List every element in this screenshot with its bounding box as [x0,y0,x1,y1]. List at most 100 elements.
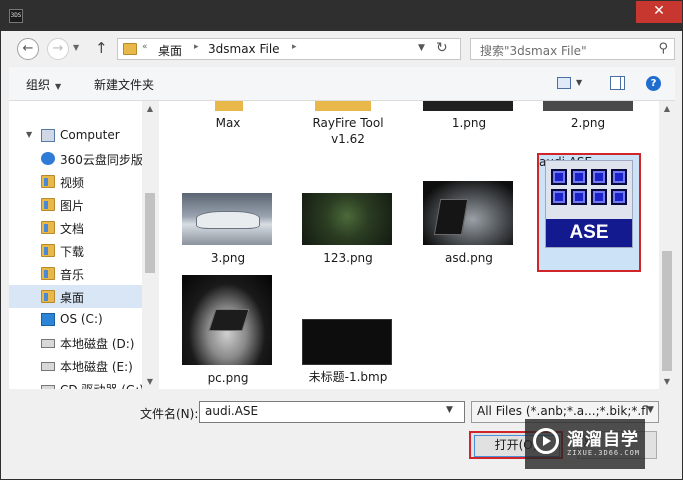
filter-dropdown-icon[interactable]: ▼ [647,405,654,415]
sidebar-item-drive-e[interactable]: 本地磁盘 (E:) [9,354,143,377]
folder-icon [41,267,55,280]
folder-icon [41,221,55,234]
address-dropdown-icon[interactable]: ▼ [418,43,425,53]
chevron-right-icon[interactable]: ▸ [194,42,199,52]
watermark-title: 溜溜自学 [567,430,639,450]
sidebar-item-videos[interactable]: 视频 [9,170,143,193]
history-dropdown-icon[interactable]: ▼ [73,43,79,52]
list-item-pc-png[interactable]: pc.png [177,275,279,389]
search-input[interactable]: 搜索"3dsmax File" [480,42,587,59]
list-item-123-png[interactable]: 123.png [297,193,399,273]
organize-label: 组织 [26,78,51,92]
command-bar: 组织 ▼ 新建文件夹 ▼ ? [9,67,675,101]
file-name: 未标题-1.bmp [308,370,388,384]
sidebar-item-documents[interactable]: 文档 [9,216,143,239]
file-name: 123.png [323,251,373,265]
sidebar-item-label: 下载 [60,245,85,259]
breadcrumb-3dsmax-file[interactable]: 3dsmax File [208,42,280,56]
sidebar-item-pictures[interactable]: 图片 [9,193,143,216]
folder-icon [315,101,371,111]
close-button[interactable]: ✕ [636,1,682,23]
sidebar-item-360-cloud[interactable]: 360云盘同步版 [9,147,143,170]
sidebar-item-computer[interactable]: ▼ Computer [9,124,143,147]
folder-icon [41,198,55,211]
sidebar-item-cd-drive-g[interactable]: CD 驱动器 (G:) [9,377,144,389]
search-box[interactable]: 搜索"3dsmax File" ⚲ [470,38,675,60]
scroll-up-icon[interactable]: ▲ [659,104,675,113]
view-dropdown-icon[interactable]: ▼ [576,78,582,87]
sidebar-item-label: 本地磁盘 (E:) [60,360,133,374]
file-name: 3.png [210,251,246,265]
drive-icon [41,362,55,371]
list-item-1-png[interactable]: 1.png [418,101,520,151]
folder-icon [215,101,243,111]
file-name: 1.png [451,116,487,130]
sidebar-item-label: 音乐 [60,268,85,282]
overflow-chevron-icon[interactable]: « [142,42,148,52]
new-folder-button[interactable]: 新建文件夹 [94,76,154,93]
list-item-3-png[interactable]: 3.png [177,193,279,273]
image-thumbnail [182,275,272,365]
sidebar-item-downloads[interactable]: 下载 [9,239,143,262]
navigation-bar: ← → ▼ ↑ « 桌面 ▸ 3dsmax File ▸ ▼ ↻ 搜索"3dsm… [9,31,675,67]
sidebar-item-label: 图片 [60,199,85,213]
back-button[interactable]: ← [17,38,39,60]
list-item-asd-png[interactable]: asd.png [418,181,520,273]
list-item-untitled-bmp[interactable]: 未标题-1.bmp [297,319,399,389]
refresh-button[interactable]: ↻ [436,40,448,56]
breadcrumb-desktop[interactable]: 桌面 [158,42,182,59]
list-item-folder-rayfire[interactable]: RayFire Tool v1.62 [297,101,399,151]
folder-icon [41,290,55,303]
file-name: RayFire Tool v1.62 [312,116,384,146]
scroll-down-icon[interactable]: ▼ [142,377,158,386]
search-icon[interactable]: ⚲ [658,41,668,56]
image-thumbnail [182,193,272,245]
scroll-up-icon[interactable]: ▲ [142,104,158,113]
filename-dropdown-icon[interactable]: ▼ [446,405,453,415]
filename-input[interactable]: audi.ASE [199,401,465,423]
sidebar-item-label: Computer [60,128,120,142]
sidebar-item-label: 本地磁盘 (D:) [60,337,135,351]
scroll-down-icon[interactable]: ▼ [659,377,675,386]
preview-pane-icon[interactable] [610,76,625,90]
sidebar-item-music[interactable]: 音乐 [9,262,143,285]
image-thumbnail [302,193,392,245]
view-options-icon[interactable] [557,77,571,89]
sidebar-item-label: 桌面 [60,291,85,305]
address-bar[interactable]: « 桌面 ▸ 3dsmax File ▸ ▼ ↻ [117,38,461,60]
scrollbar-thumb[interactable] [145,193,155,273]
file-list-scrollbar[interactable]: ▲ ▼ [659,101,675,389]
folder-icon [123,43,137,55]
site-watermark: 溜溜自学 ZIXUE.3D66.COM [525,419,645,469]
up-folder-button[interactable]: ↑ [95,39,108,57]
help-icon[interactable]: ? [646,76,661,91]
chevron-right-icon[interactable]: ▸ [292,42,297,52]
navigation-pane-scrollbar[interactable]: ▲ ▼ [142,101,158,389]
chevron-down-icon: ▼ [55,82,62,91]
file-name: 2.png [570,116,606,130]
sidebar-item-label: OS (C:) [60,312,103,326]
forward-button[interactable]: → [47,38,69,60]
image-thumbnail [543,101,633,111]
sidebar-item-label: 360云盘同步版 [60,153,143,167]
sidebar-item-desktop[interactable]: 桌面 [9,285,143,308]
tree-expand-icon[interactable]: ▼ [26,130,32,139]
list-item-2-png[interactable]: 2.png [537,101,639,151]
sidebar-item-label: 视频 [60,176,85,190]
scrollbar-thumb[interactable] [662,251,672,371]
folder-icon [41,244,55,257]
watermark-subtitle: ZIXUE.3D66.COM [567,449,641,457]
image-thumbnail [423,181,513,245]
list-item-folder-max[interactable]: Max [177,101,279,151]
sidebar-item-os-c[interactable]: OS (C:) [9,308,143,331]
organize-menu[interactable]: 组织 ▼ [26,76,61,93]
sidebar-item-drive-d[interactable]: 本地磁盘 (D:) [9,331,143,354]
image-thumbnail [423,101,513,111]
image-thumbnail [302,319,392,365]
list-item-audi-ase-selected[interactable]: ASE audi.ASE [537,153,641,272]
title-bar: 3DS ✕ [1,1,682,31]
folder-icon [41,175,55,188]
sidebar-item-label: 文档 [60,222,85,236]
ase-label: ASE [546,219,632,247]
app-icon: 3DS [9,9,23,23]
